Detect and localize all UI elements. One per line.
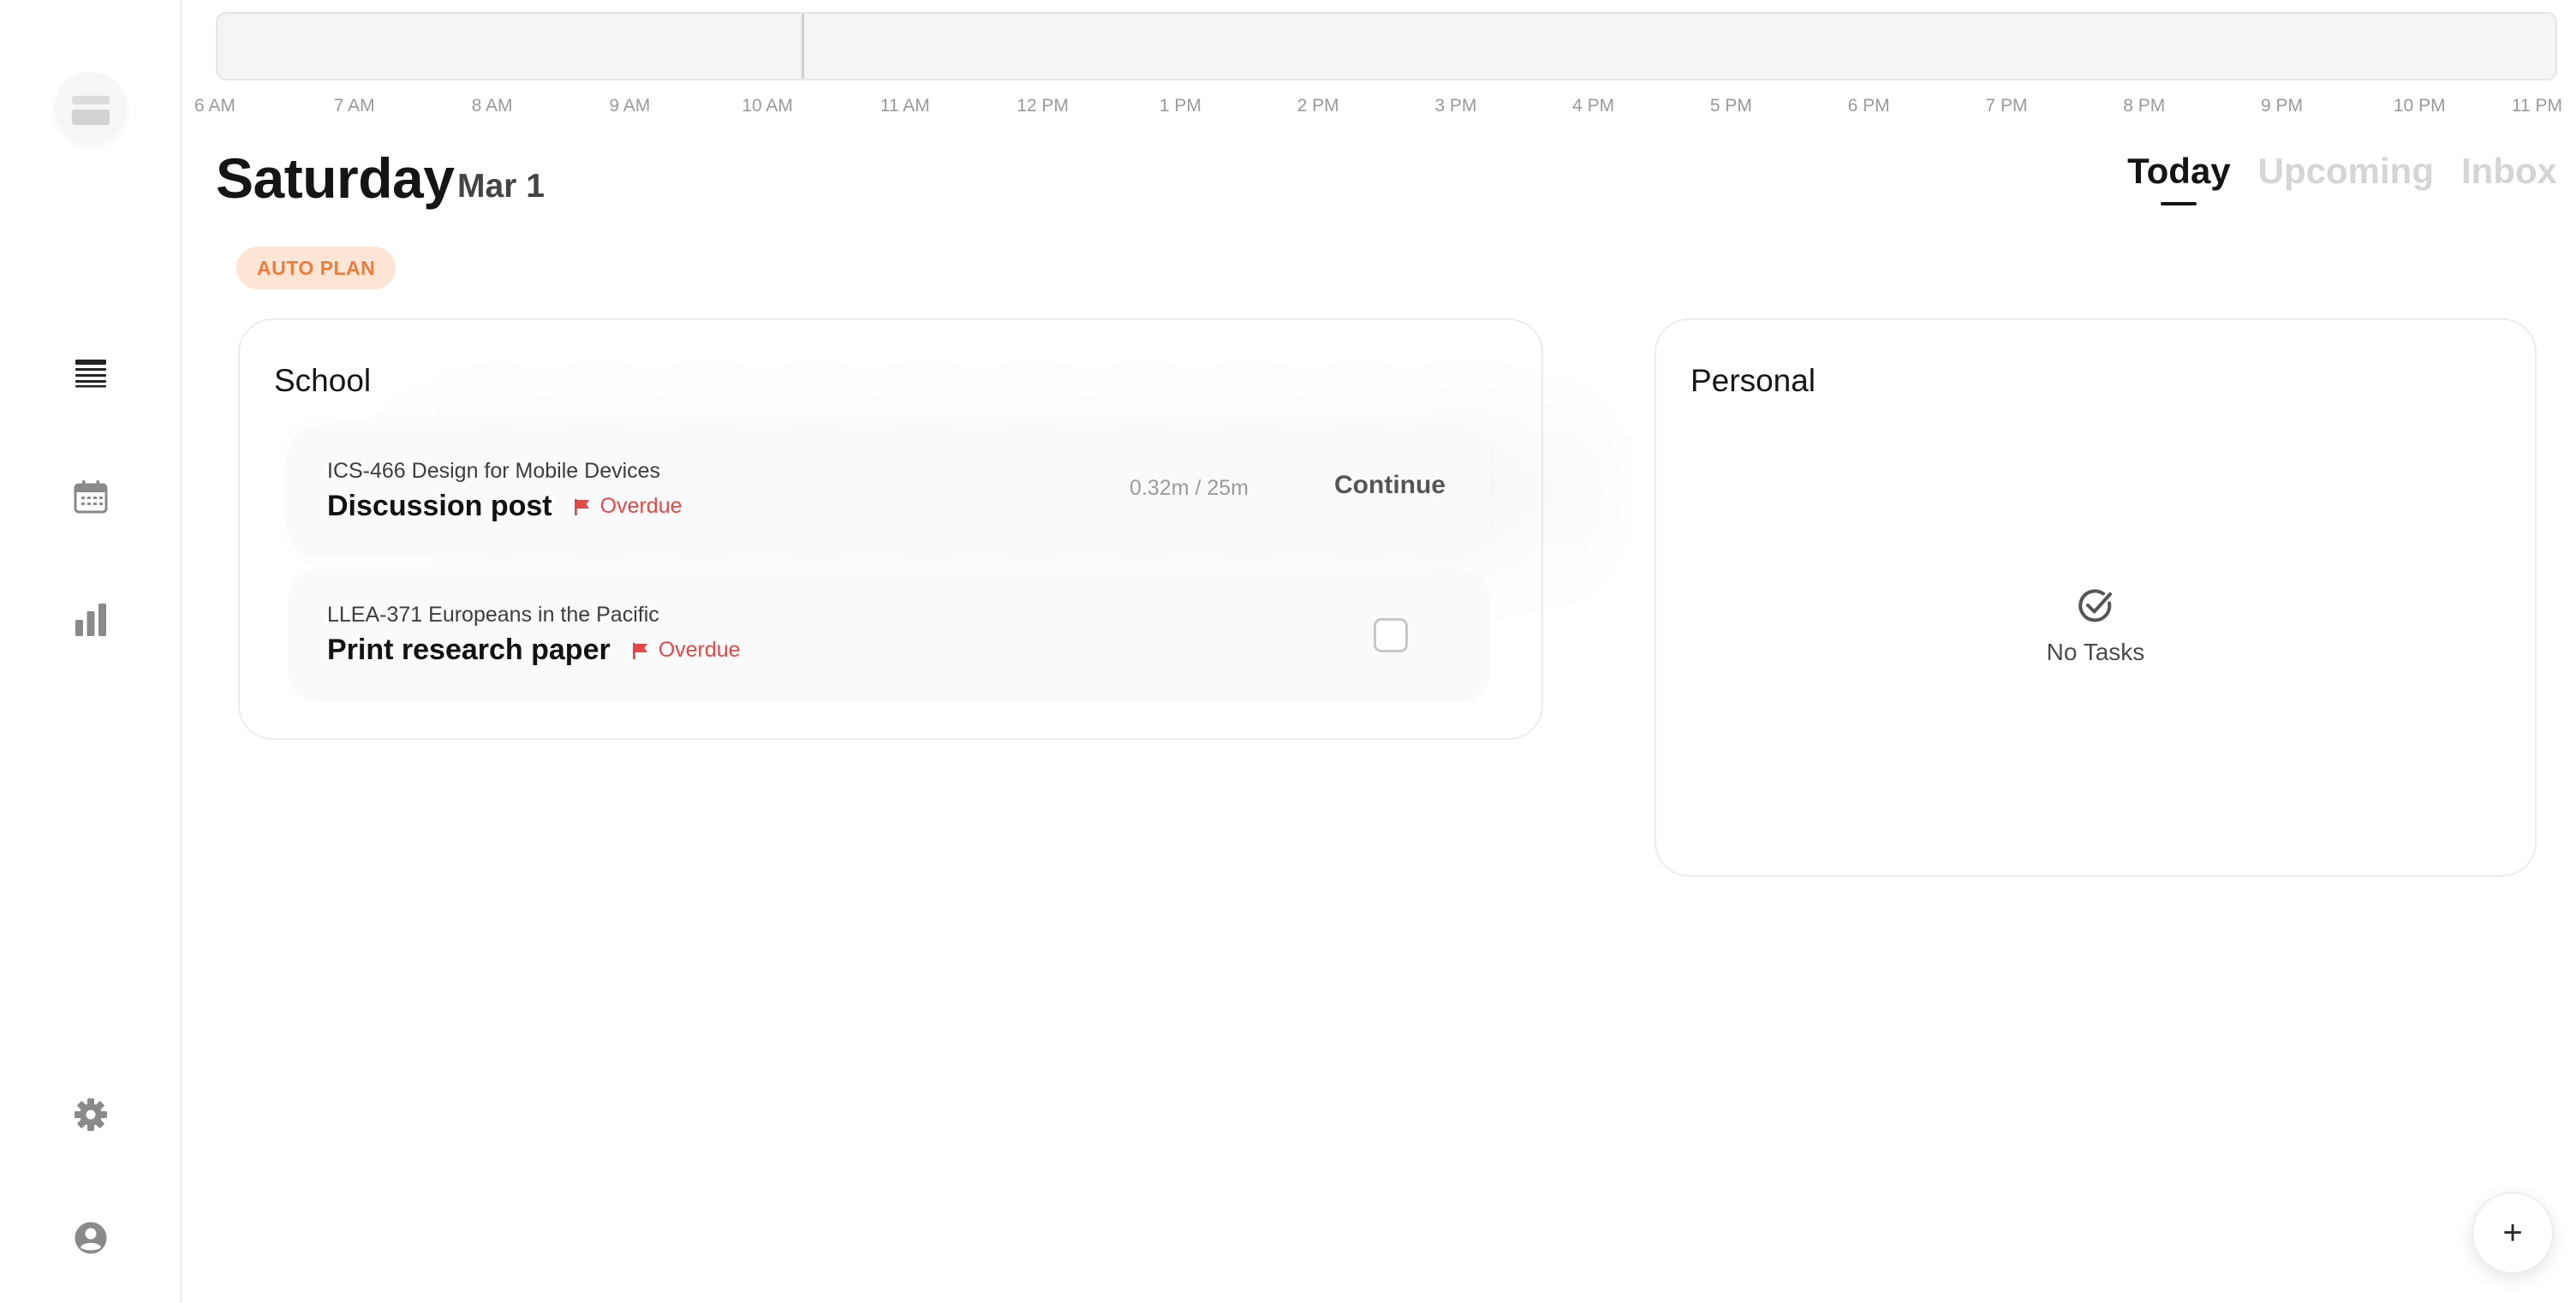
timeline-hour-label: 8 PM bbox=[2123, 96, 2166, 116]
timeline-hour-label: 5 PM bbox=[1709, 96, 1752, 116]
task-checkbox[interactable] bbox=[1374, 618, 1408, 652]
flag-icon bbox=[574, 498, 589, 515]
timeline-hour-label: 10 AM bbox=[742, 96, 793, 116]
add-task-button[interactable]: + bbox=[2472, 1192, 2554, 1274]
school-card: School ICS-466 Design for Mobile Devices… bbox=[238, 318, 1543, 740]
profile-button[interactable] bbox=[70, 1217, 111, 1258]
tab-inbox[interactable]: Inbox bbox=[2461, 151, 2557, 192]
continue-button[interactable]: Continue bbox=[1334, 471, 1446, 500]
timeline-hour-label: 4 PM bbox=[1572, 96, 1615, 116]
timeline-hour-labels: 6 AM 7 AM 8 AM 9 AM 10 AM 11 AM 12 PM 1 PM 2 PM 3… bbox=[0, 96, 2576, 123]
task-course: ICS-466 Design for Mobile Devices bbox=[327, 459, 661, 483]
view-tabs: Today Upcoming Inbox bbox=[2127, 151, 2557, 192]
overdue-label: Overdue bbox=[599, 494, 683, 518]
settings-button[interactable] bbox=[70, 1094, 111, 1135]
calendar-icon bbox=[74, 480, 108, 514]
task-name: Discussion post bbox=[327, 490, 552, 522]
sidebar-item-stats[interactable] bbox=[70, 599, 111, 640]
timeline-hour-label: 12 PM bbox=[1017, 96, 1069, 116]
gear-icon bbox=[75, 1098, 107, 1131]
task-course: LLEA-371 Europeans in the Pacific bbox=[327, 603, 659, 627]
timeline-hour-label: 7 AM bbox=[333, 96, 375, 116]
empty-state: No Tasks bbox=[1656, 586, 2535, 666]
school-card-title: School bbox=[274, 363, 372, 398]
sidebar-item-list[interactable] bbox=[70, 353, 111, 394]
check-circle-icon bbox=[2078, 589, 2112, 622]
timeline-hour-label: 7 PM bbox=[1985, 96, 2028, 116]
timeline-hour-label: 6 PM bbox=[1847, 96, 1890, 116]
page-title: Saturday bbox=[216, 146, 455, 210]
user-icon bbox=[75, 1222, 107, 1254]
auto-plan-button[interactable]: AUTO PLAN bbox=[236, 247, 397, 289]
task-name-row: Discussion post Overdue bbox=[327, 490, 683, 523]
timeline-hour-label: 11 PM bbox=[2511, 96, 2562, 116]
empty-state-text: No Tasks bbox=[2046, 639, 2145, 665]
flag-icon bbox=[632, 642, 647, 659]
timeline-hour-label: 9 PM bbox=[2260, 96, 2303, 116]
timeline-hour-label: 1 PM bbox=[1159, 96, 1202, 116]
page-date: Mar 1 bbox=[457, 168, 545, 205]
task-name: Print research paper bbox=[327, 634, 611, 666]
overdue-badge: Overdue bbox=[573, 494, 683, 519]
timeline-hour-label: 11 AM bbox=[880, 96, 930, 116]
timeline-hour-label: 9 AM bbox=[609, 96, 651, 116]
overdue-label: Overdue bbox=[658, 638, 741, 662]
tab-upcoming[interactable]: Upcoming bbox=[2258, 151, 2434, 192]
timeline-hour-label: 8 AM bbox=[471, 96, 513, 116]
task-timer: 0.32m / 25m bbox=[1130, 476, 1249, 500]
personal-card: Personal No Tasks bbox=[1655, 318, 2537, 877]
sidebar bbox=[0, 0, 182, 1303]
tab-today[interactable]: Today bbox=[2127, 151, 2231, 192]
timeline-hour-label: 10 PM bbox=[2393, 96, 2446, 116]
chart-icon bbox=[75, 604, 106, 636]
list-icon bbox=[75, 360, 106, 388]
current-time-indicator bbox=[802, 14, 804, 79]
timeline-track[interactable] bbox=[216, 12, 2557, 80]
task-item[interactable]: LLEA-371 Europeans in the Pacific Print … bbox=[288, 568, 1490, 702]
timeline-hour-label: 6 AM bbox=[194, 96, 236, 116]
timeline-hour-label: 2 PM bbox=[1297, 96, 1339, 116]
personal-card-title: Personal bbox=[1690, 363, 1816, 398]
timeline-hour-label: 3 PM bbox=[1434, 96, 1477, 116]
overdue-badge: Overdue bbox=[631, 638, 741, 663]
task-name-row: Print research paper Overdue bbox=[327, 634, 741, 667]
task-item[interactable]: ICS-466 Design for Mobile Devices Discus… bbox=[288, 425, 1490, 558]
sidebar-item-calendar[interactable] bbox=[70, 476, 111, 517]
